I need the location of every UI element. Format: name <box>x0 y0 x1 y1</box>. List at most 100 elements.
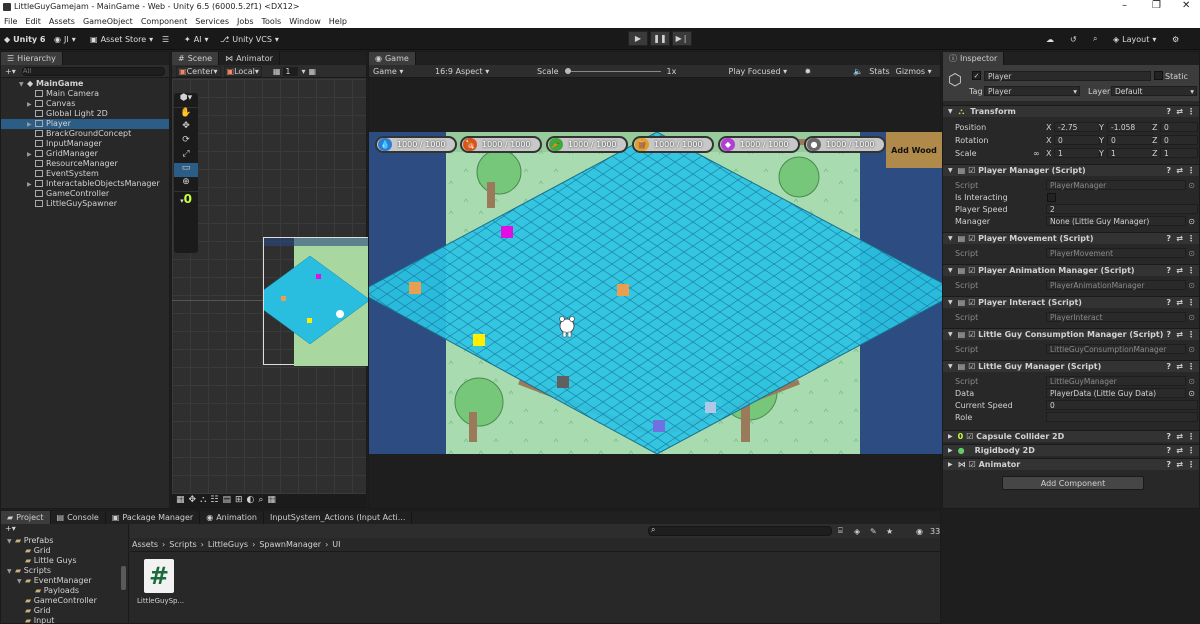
list-item[interactable]: Global Light 2D <box>1 109 169 119</box>
component-player-movement[interactable]: ▼ ▤ ☑ Player Movement (Script)? ⇄ ⋮ <box>943 232 1199 244</box>
position-x-field[interactable]: -2.75 <box>1054 122 1100 132</box>
link-icon[interactable]: ∞ <box>1033 149 1040 158</box>
maximize-icon[interactable]: ❐ <box>1152 0 1161 11</box>
audio-icon[interactable]: 🔈 <box>853 67 863 76</box>
tab-hierarchy[interactable]: ☰ Hierarchy <box>1 52 63 65</box>
more-icon[interactable]: ⋮ <box>1187 166 1195 175</box>
list-item[interactable]: ▶ InteractableObjectsManager <box>1 179 169 189</box>
ai-button[interactable]: ✦ AI ▾ <box>184 32 209 46</box>
help-icon[interactable]: ? <box>1166 362 1171 371</box>
display-dropdown[interactable]: Game ▾ <box>373 67 429 76</box>
component-player-animation-manager[interactable]: ▼ ▤ ☑ Player Animation Manager (Script)? ⇄ ⋮ <box>943 264 1199 276</box>
current-speed-field[interactable]: 0 <box>1046 400 1198 410</box>
component-player-interact[interactable]: ▼ ▤ ☑ Player Interact (Script)? ⇄ ⋮ <box>943 296 1199 308</box>
data-field[interactable]: PlayerData (Little Guy Data) <box>1046 388 1186 398</box>
star-icon[interactable]: ★ <box>886 527 893 536</box>
is-interacting-checkbox[interactable] <box>1047 193 1056 202</box>
filter-label-icon[interactable]: ◈ <box>854 527 860 536</box>
menu-help[interactable]: Help <box>329 17 347 26</box>
tab-input-actions[interactable]: InputSystem_Actions (Input Acti... <box>264 511 413 524</box>
tab-console[interactable]: ▤ Console <box>51 511 106 524</box>
help-icon[interactable]: ? <box>1166 107 1171 116</box>
target-icon[interactable]: ⊙ <box>1188 217 1195 226</box>
help-icon[interactable]: ? <box>1166 298 1171 307</box>
step-button[interactable]: ▶❘ <box>672 31 692 46</box>
help-icon[interactable]: ? <box>1166 446 1171 455</box>
preset-icon[interactable]: ⇄ <box>1176 166 1183 175</box>
help-icon[interactable]: ? <box>1166 330 1171 339</box>
menu-gameobject[interactable]: GameObject <box>83 17 133 26</box>
target-icon[interactable]: ⊙ <box>1188 249 1195 258</box>
align-icon[interactable]: ☷ <box>210 495 218 507</box>
enabled-checkbox[interactable]: ☑ <box>968 298 975 307</box>
preset-icon[interactable]: ⇄ <box>1176 460 1183 469</box>
play-button[interactable]: ▶ <box>628 31 648 46</box>
target-icon[interactable]: ⊙ <box>1188 181 1195 190</box>
target-icon[interactable]: ⊙ <box>1188 281 1195 290</box>
component-little-guy-consumption-manager[interactable]: ▼ ▤ ☑ Little Guy Consumption Manager (Scri… <box>943 328 1199 340</box>
preset-icon[interactable]: ⇄ <box>1176 234 1183 243</box>
moon-icon[interactable]: ◐ <box>247 495 255 507</box>
game-view[interactable]: 💧 1000 / 1000 🍖 1000 / 1000 🥕 1000 / 1000 🪵… <box>369 132 942 454</box>
menu-file[interactable]: File <box>4 17 17 26</box>
rotation-y-field[interactable]: 0 <box>1107 135 1153 145</box>
close-icon[interactable]: ✕ <box>1182 0 1190 11</box>
transform-tool-icon[interactable]: ⊕ <box>174 177 198 191</box>
more-icon[interactable]: ⋮ <box>1187 330 1195 339</box>
snap-icon[interactable]: ⊞ <box>235 495 243 507</box>
project-search-input[interactable] <box>648 526 832 536</box>
rect-tool-icon[interactable]: ▭ <box>174 163 198 177</box>
list-item-selected[interactable]: ▶ Player <box>1 119 169 129</box>
tab-game[interactable]: ◉ Game <box>369 52 416 65</box>
scene-row[interactable]: ▼ ◆ MainGame <box>1 79 169 89</box>
breadcrumb-scripts[interactable]: Scripts <box>169 540 196 549</box>
vertex-icon[interactable]: ⛬ <box>200 495 206 507</box>
breadcrumb-littleguys[interactable]: LittleGuys <box>208 540 248 549</box>
list-item[interactable]: EventSystem <box>1 169 169 179</box>
aspect-dropdown[interactable]: 16:9 Aspect ▾ <box>435 67 531 76</box>
rotation-x-field[interactable]: 0 <box>1054 135 1100 145</box>
filter-type-icon[interactable]: ⌸ <box>838 526 843 536</box>
enabled-checkbox[interactable]: ☑ <box>968 266 975 275</box>
preset-icon[interactable]: ⇄ <box>1176 446 1183 455</box>
tag-dropdown[interactable]: Player ▾ <box>984 86 1080 96</box>
enabled-checkbox[interactable]: ☑ <box>968 166 975 175</box>
tab-project[interactable]: ▰ Project <box>1 511 51 524</box>
menu-services[interactable]: Services <box>195 17 229 26</box>
unity-account-button[interactable]: ◆ Unity 6 <box>4 32 45 46</box>
transform-header[interactable]: ▼ ⛬ Transform? ⇄ ⋮ <box>943 105 1199 117</box>
asset-store-button[interactable]: ▣ Asset Store ▾ <box>90 32 153 46</box>
gizmos-dropdown[interactable]: Gizmos ▾ <box>896 67 932 76</box>
more-icon[interactable]: ⋮ <box>1187 432 1195 441</box>
enabled-checkbox[interactable]: ☑ <box>968 362 975 371</box>
preset-icon[interactable]: ⇄ <box>1176 432 1183 441</box>
collider-tool-icon[interactable]: ▾0 <box>174 191 198 211</box>
view-tool-icon[interactable]: ⬢▾ <box>174 93 198 107</box>
chevron-down-icon[interactable]: ▾ <box>301 67 305 76</box>
minimize-icon[interactable]: – <box>1122 0 1127 11</box>
component-capsule-collider-2d[interactable]: ▶ 0 ☑ Capsule Collider 2D? ⇄ ⋮ <box>943 430 1199 442</box>
rotate-tool-icon[interactable]: ⟳ <box>174 135 198 149</box>
history-icon[interactable]: ↺ <box>1070 32 1077 46</box>
scale-x-field[interactable]: 1 <box>1054 148 1100 158</box>
position-z-field[interactable]: 0 <box>1160 122 1198 132</box>
layout-button[interactable]: ◈ Layout ▾ <box>1113 32 1156 46</box>
hand-tool-icon[interactable]: ✋ <box>174 107 198 121</box>
breadcrumb-assets[interactable]: Assets <box>132 540 158 549</box>
breadcrumb-ui[interactable]: UI <box>332 540 340 549</box>
component-rigidbody-2d[interactable]: ▶ ● Rigidbody 2D? ⇄ ⋮ <box>943 444 1199 456</box>
enabled-checkbox[interactable]: ☑ <box>968 330 975 339</box>
more-icon[interactable]: ⋮ <box>1187 266 1195 275</box>
folder-row[interactable]: ▼ ▰ Prefabs <box>1 536 128 546</box>
scale-tool-icon[interactable]: ⤢ <box>174 149 198 163</box>
folder-row[interactable]: ▰ Grid <box>1 606 128 616</box>
bug-icon[interactable]: ✹ <box>805 67 812 76</box>
vcs-button[interactable]: ⎇ Unity VCS ▾ <box>220 32 279 46</box>
preset-icon[interactable]: ⇄ <box>1176 362 1183 371</box>
add-wood-button[interactable]: Add Wood <box>886 132 942 168</box>
snap-icon[interactable]: ▦ <box>309 67 317 76</box>
more-icon[interactable]: ⋮ <box>1187 446 1195 455</box>
tab-scene[interactable]: # Scene <box>172 52 220 65</box>
folder-row[interactable]: ▰ Payloads <box>1 586 128 596</box>
grid-visibility-icon[interactable]: ▦ <box>267 495 276 507</box>
